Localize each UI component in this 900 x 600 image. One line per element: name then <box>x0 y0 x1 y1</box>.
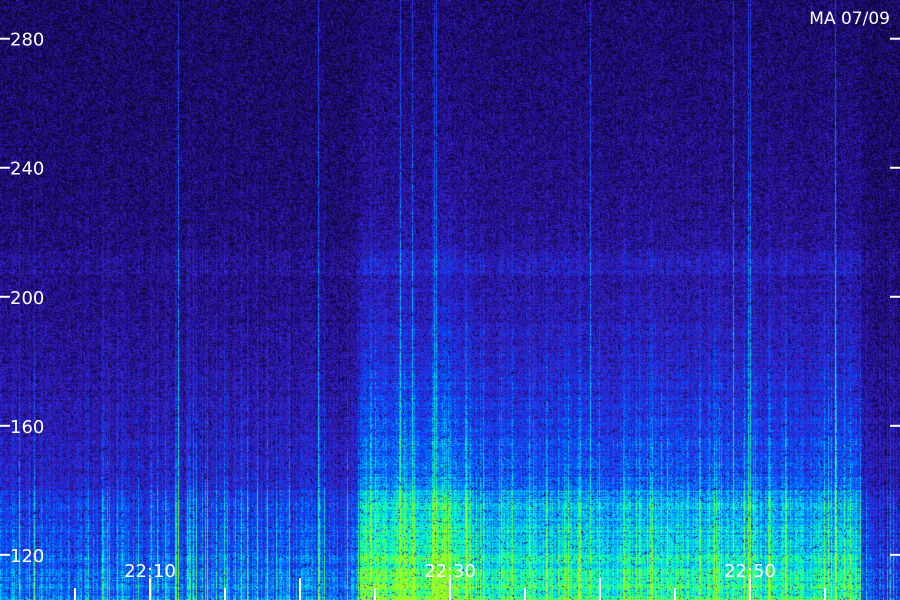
x-tick-label: 22:10 <box>124 561 176 582</box>
y-tick-label: 120 <box>10 546 44 567</box>
y-tick-label: 280 <box>10 30 44 51</box>
y-axis-left: 120 160 200 240 280 <box>0 30 44 567</box>
y-tick-label: 160 <box>10 417 44 438</box>
y-axis-right <box>890 37 900 556</box>
x-tick-label: 22:50 <box>724 561 776 582</box>
chart-overlay: MA 07/09 120 160 200 240 280 22:10 22:30 22:50 <box>0 9 900 600</box>
chart-title: MA 07/09 <box>809 9 890 29</box>
x-axis: 22:10 22:30 22:50 <box>74 561 826 600</box>
y-tick-label: 240 <box>10 159 44 180</box>
x-tick-label: 22:30 <box>424 561 476 582</box>
y-tick-label: 200 <box>10 288 44 309</box>
